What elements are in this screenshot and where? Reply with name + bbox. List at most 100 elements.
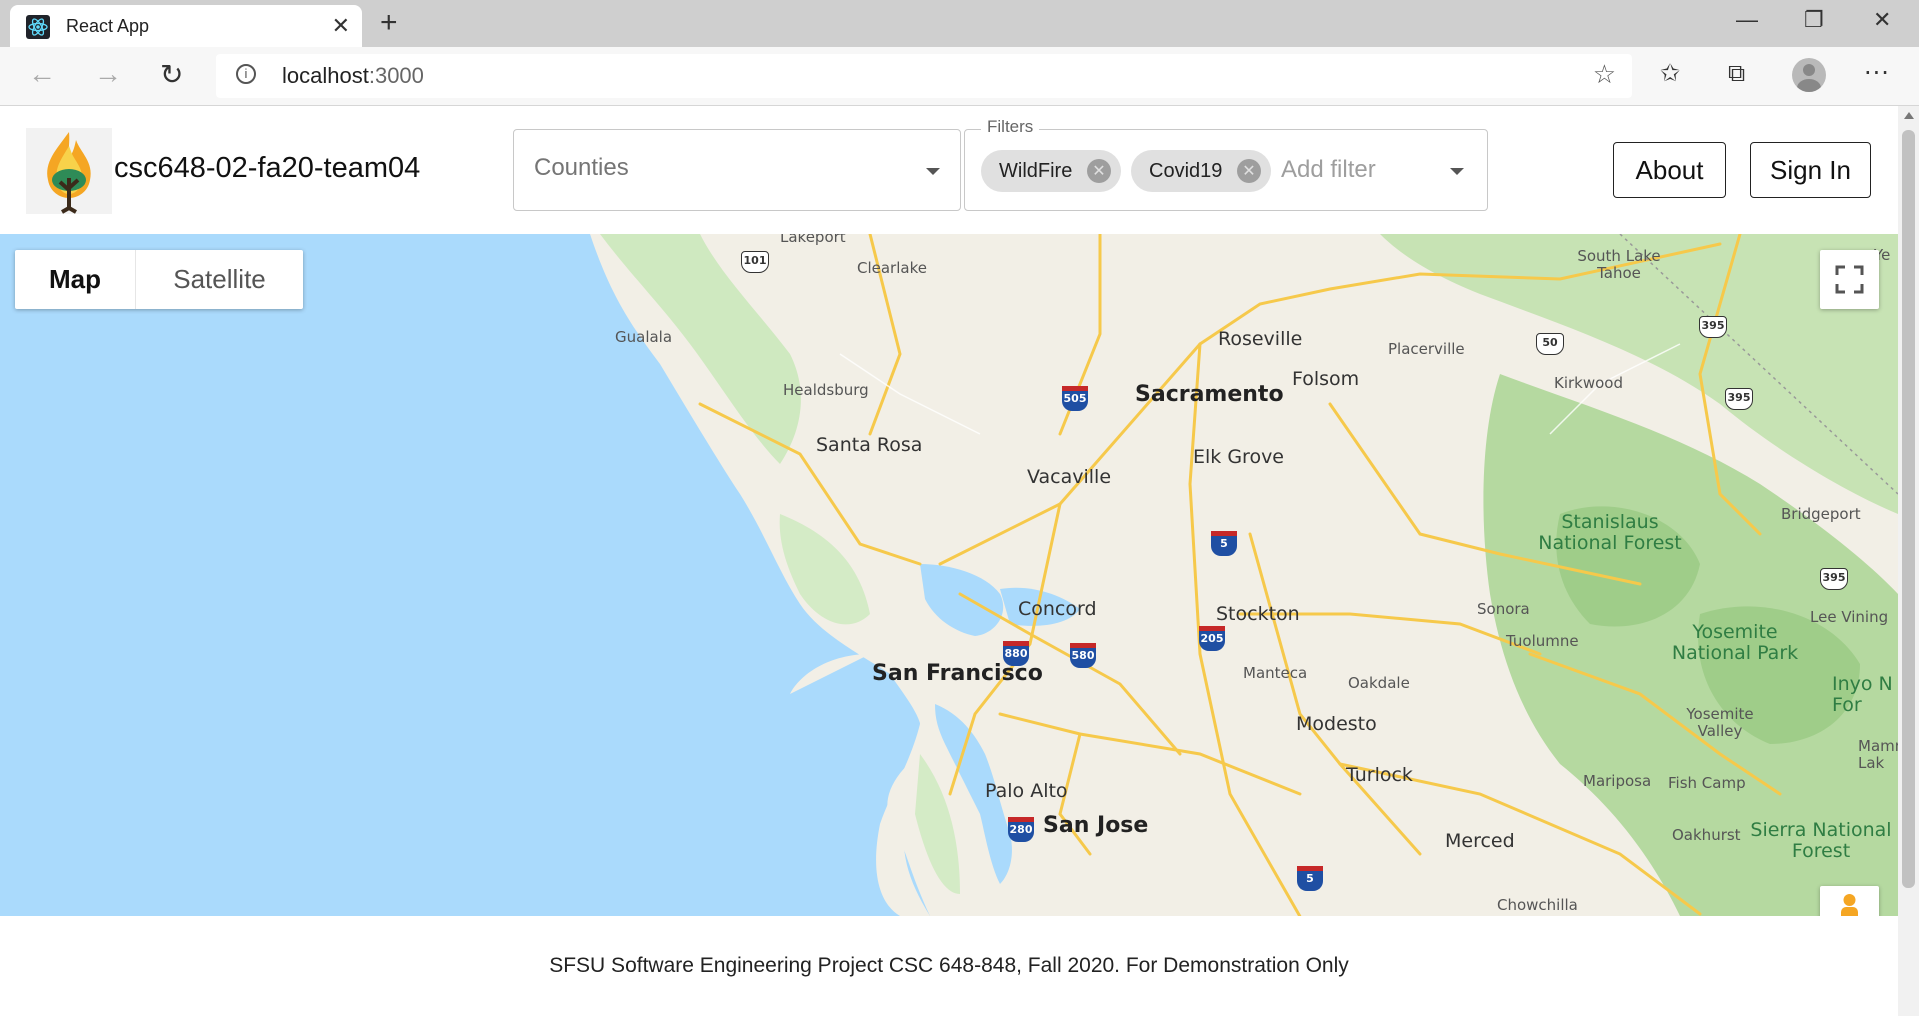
- about-button[interactable]: About: [1613, 142, 1726, 198]
- collections-icon[interactable]: ⧉: [1728, 59, 1745, 87]
- map-canvas: [590, 234, 1898, 916]
- interstate-shield: 205: [1199, 626, 1225, 651]
- place-label: Healdsburg: [783, 381, 869, 399]
- brand-title[interactable]: csc648-02-fa20-team04: [114, 152, 420, 185]
- filters-legend: Filters: [981, 117, 1040, 137]
- remove-chip-icon[interactable]: ✕: [1237, 159, 1261, 183]
- chip-label: WildFire: [999, 160, 1073, 182]
- profile-avatar[interactable]: [1792, 58, 1826, 92]
- url-host: localhost: [282, 63, 369, 88]
- place-label: San Jose: [1043, 813, 1149, 838]
- place-label: Elk Grove: [1193, 446, 1285, 468]
- place-label: Concord: [1018, 598, 1097, 620]
- place-label: Merced: [1445, 830, 1515, 852]
- park-label: Stanislaus National Forest: [1538, 511, 1682, 554]
- counties-placeholder: Counties: [534, 154, 629, 181]
- map-type-satellite-button[interactable]: Satellite: [136, 250, 303, 309]
- place-label: Bridgeport: [1781, 505, 1861, 523]
- place-label: Sacramento: [1135, 382, 1284, 407]
- fullscreen-button[interactable]: [1820, 250, 1879, 309]
- place-label: Santa Rosa: [816, 434, 923, 456]
- interstate-shield: 5: [1297, 866, 1323, 891]
- filter-chip-wildfire[interactable]: WildFire ✕: [981, 150, 1121, 192]
- url-port: :3000: [368, 63, 424, 88]
- sign-in-button[interactable]: Sign In: [1750, 142, 1871, 198]
- filters-multiselect[interactable]: Filters WildFire ✕ Covid19 ✕ Add filter: [964, 117, 1488, 211]
- place-label: Chowchilla: [1497, 896, 1578, 914]
- map-type-control: Map Satellite: [15, 250, 303, 309]
- forward-arrow-icon[interactable]: →: [94, 58, 122, 90]
- footer-text: SFSU Software Engineering Project CSC 64…: [549, 954, 1349, 977]
- place-label: Oakhurst: [1672, 826, 1741, 844]
- place-label: Turlock: [1346, 764, 1413, 786]
- chip-label: Covid19: [1149, 160, 1223, 182]
- place-label: Roseville: [1218, 328, 1303, 350]
- pegman-icon: [1841, 894, 1858, 916]
- close-window-button[interactable]: ✕: [1873, 7, 1891, 33]
- interstate-shield: 505: [1062, 386, 1088, 411]
- us-route-shield: 50: [1536, 333, 1564, 355]
- place-label: Fish Camp: [1668, 774, 1746, 792]
- interstate-shield: 580: [1070, 643, 1096, 668]
- us-route-shield: 395: [1820, 568, 1848, 590]
- place-label: Yosemite Valley: [1686, 705, 1754, 740]
- filter-chip-covid19[interactable]: Covid19 ✕: [1131, 150, 1271, 192]
- place-label: Modesto: [1296, 713, 1377, 735]
- place-label: Palo Alto: [985, 780, 1068, 802]
- favorite-star-icon[interactable]: ☆: [1593, 60, 1616, 90]
- minimize-button[interactable]: —: [1736, 7, 1758, 33]
- chevron-down-icon[interactable]: [926, 168, 940, 175]
- place-label: Kirkwood: [1554, 374, 1624, 392]
- favorites-list-icon[interactable]: ✩: [1660, 59, 1680, 87]
- place-label: Sonora: [1477, 600, 1530, 618]
- interstate-shield: 5: [1211, 531, 1237, 556]
- park-label: Inyo N For: [1832, 673, 1893, 716]
- url-text[interactable]: localhost:3000: [282, 63, 424, 89]
- address-bar[interactable]: i localhost:3000 ☆: [216, 54, 1632, 98]
- interstate-shield: 880: [1003, 641, 1029, 666]
- more-options-icon[interactable]: ···: [1864, 59, 1890, 87]
- scroll-thumb[interactable]: [1902, 130, 1915, 888]
- fullscreen-icon: [1835, 265, 1864, 294]
- place-label: Tuolumne: [1506, 632, 1579, 650]
- place-label: South Lake Tahoe: [1577, 247, 1661, 282]
- place-label: Gualala: [615, 328, 673, 346]
- remove-chip-icon[interactable]: ✕: [1087, 159, 1111, 183]
- place-label: Vacaville: [1027, 466, 1112, 488]
- app-header: csc648-02-fa20-team04 Counties Filters W…: [0, 106, 1898, 234]
- place-label: Oakdale: [1348, 674, 1410, 692]
- vertical-scrollbar[interactable]: [1898, 106, 1919, 1016]
- scroll-up-icon[interactable]: [1904, 112, 1914, 119]
- page-footer: SFSU Software Engineering Project CSC 64…: [0, 916, 1898, 1016]
- restore-button[interactable]: ❐: [1804, 7, 1824, 33]
- address-toolbar: ← → ↻ i localhost:3000 ☆ ✩ ⧉ ···: [0, 47, 1919, 106]
- add-filter-input[interactable]: Add filter: [1281, 156, 1376, 184]
- place-label: Folsom: [1292, 368, 1360, 390]
- chevron-down-icon[interactable]: [1450, 168, 1464, 175]
- browser-tab[interactable]: React App ✕: [10, 5, 362, 47]
- refresh-icon[interactable]: ↻: [160, 58, 183, 91]
- fire-tree-logo-icon: [26, 128, 112, 214]
- place-label: Lakeport: [780, 234, 846, 246]
- interstate-shield: 280: [1008, 817, 1034, 842]
- back-arrow-icon[interactable]: ←: [28, 58, 56, 90]
- tab-close-icon[interactable]: ✕: [332, 13, 350, 39]
- place-label: Mariposa: [1583, 772, 1652, 790]
- new-tab-button[interactable]: +: [380, 6, 398, 40]
- react-logo-icon: [26, 15, 50, 39]
- map-view[interactable]: Sacramento San Francisco San Jose Santa …: [0, 234, 1898, 916]
- place-label: Placerville: [1388, 340, 1465, 358]
- tab-title: React App: [66, 16, 150, 36]
- place-label: Manteca: [1243, 664, 1308, 682]
- site-info-icon[interactable]: i: [236, 64, 256, 84]
- place-label: Mamm Lak: [1858, 737, 1898, 772]
- browser-tab-bar: React App ✕ + — ❐ ✕: [0, 0, 1919, 47]
- counties-select[interactable]: Counties: [513, 129, 961, 211]
- place-label: Stockton: [1216, 603, 1300, 625]
- park-label: Yosemite National Park: [1671, 621, 1799, 664]
- us-route-shield: 395: [1725, 388, 1753, 410]
- street-view-pegman[interactable]: [1820, 886, 1879, 916]
- place-label: Clearlake: [857, 259, 927, 277]
- us-route-shield: 101: [741, 251, 769, 273]
- map-type-map-button[interactable]: Map: [15, 250, 135, 309]
